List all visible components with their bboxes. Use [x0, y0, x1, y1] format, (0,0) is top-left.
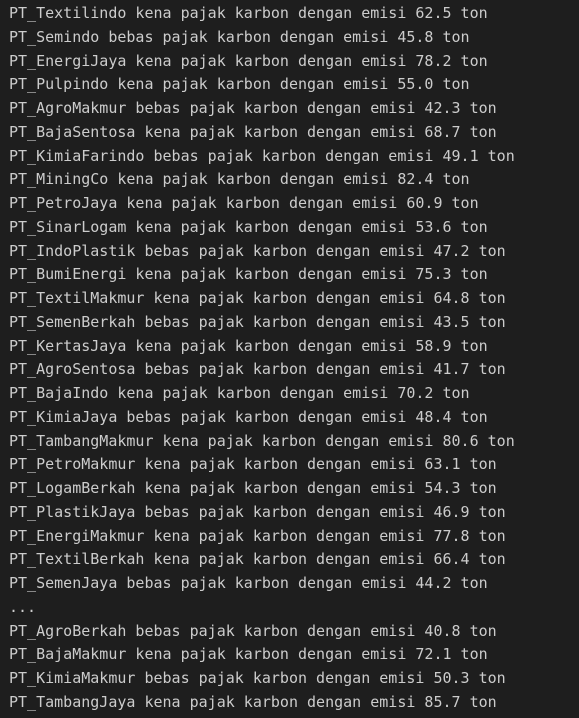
- output-line: PT_BajaSentosa kena pajak karbon dengan …: [9, 122, 497, 141]
- output-line: PT_SemenBerkah bebas pajak karbon dengan…: [9, 312, 506, 331]
- output-line: PT_KertasJaya kena pajak karbon dengan e…: [9, 336, 488, 355]
- output-line: PT_IndoPlastik bebas pajak karbon dengan…: [9, 241, 506, 260]
- output-line: PT_LogamBerkah kena pajak karbon dengan …: [9, 479, 497, 497]
- output-line: PT_EnergiMakmur kena pajak karbon dengan…: [9, 526, 506, 545]
- output-line: PT_TextilBerkah kena pajak karbon dengan…: [9, 550, 506, 569]
- output-line: PT_KimiaMakmur bebas pajak karbon dengan…: [9, 669, 506, 687]
- output-line: PT_PetroJaya kena pajak karbon dengan em…: [9, 194, 479, 212]
- output-line: PT_PlastikJaya bebas pajak karbon dengan…: [9, 502, 506, 521]
- output-line: PT_Pulpindo kena pajak karbon dengan emi…: [9, 75, 470, 94]
- output-line: PT_TambangJaya kena pajak karbon dengan …: [9, 692, 497, 711]
- terminal-output: PT_Textilindo kena pajak karbon dengan e…: [0, 0, 579, 718]
- output-line: PT_PetroMakmur kena pajak karbon dengan …: [9, 455, 497, 474]
- output-line: PT_Textilindo kena pajak karbon dengan e…: [9, 4, 488, 22]
- output-line: PT_SemenJaya bebas pajak karbon dengan e…: [9, 574, 488, 592]
- output-line: PT_BumiEnergi kena pajak karbon dengan e…: [9, 265, 488, 284]
- ellipsis-line: ...: [9, 597, 37, 616]
- output-line: PT_AgroBerkah bebas pajak karbon dengan …: [9, 621, 497, 640]
- output-line: PT_TambangMakmur kena pajak karbon denga…: [9, 431, 515, 450]
- output-line: PT_Semindo bebas pajak karbon dengan emi…: [9, 27, 470, 46]
- output-line: PT_BajaIndo kena pajak karbon dengan emi…: [9, 384, 470, 402]
- output-line: PT_MiningCo kena pajak karbon dengan emi…: [9, 170, 470, 189]
- output-line: PT_BajaMakmur kena pajak karbon dengan e…: [9, 645, 488, 664]
- output-line: PT_AgroMakmur bebas pajak karbon dengan …: [9, 99, 497, 117]
- output-line: PT_SinarLogam kena pajak karbon dengan e…: [9, 217, 488, 236]
- output-line: PT_KimiaJaya bebas pajak karbon dengan e…: [9, 407, 488, 426]
- output-line: PT_AgroSentosa bebas pajak karbon dengan…: [9, 360, 506, 379]
- output-line: PT_KimiaFarindo bebas pajak karbon denga…: [9, 146, 515, 165]
- output-line: PT_EnergiJaya kena pajak karbon dengan e…: [9, 51, 488, 70]
- output-line: PT_TextilMakmur kena pajak karbon dengan…: [9, 289, 506, 307]
